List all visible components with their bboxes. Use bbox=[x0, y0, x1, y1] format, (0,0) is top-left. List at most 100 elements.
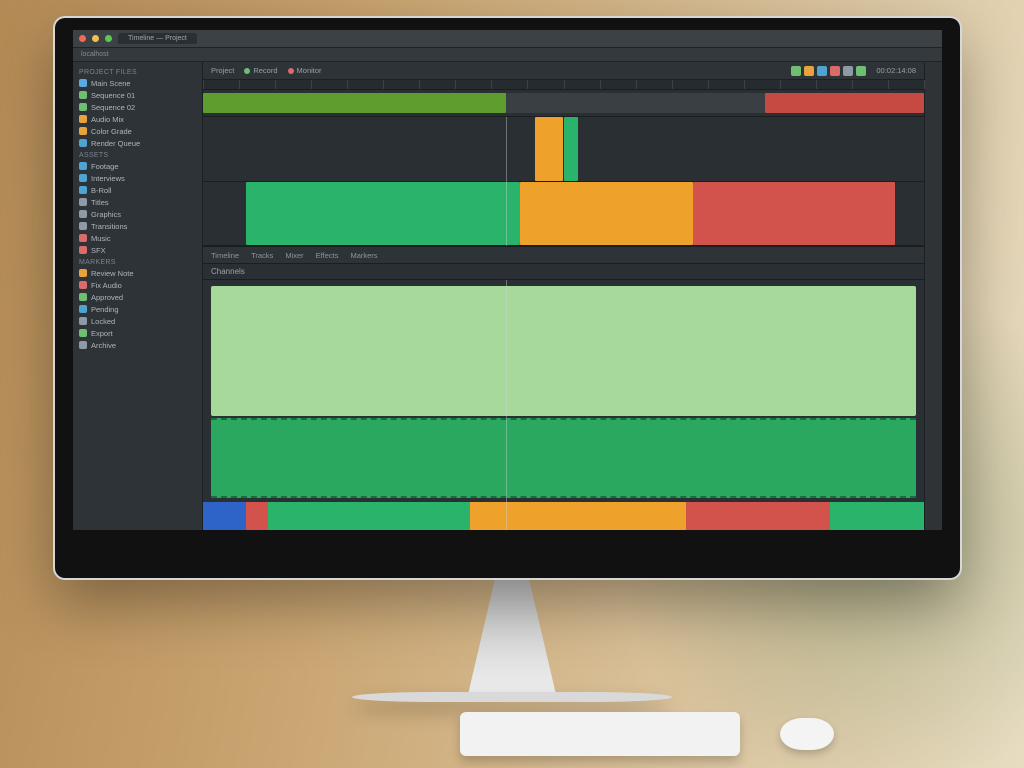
ruler-tick bbox=[852, 80, 853, 89]
ruler-tick bbox=[708, 80, 709, 89]
track-v1[interactable] bbox=[203, 182, 924, 247]
address-bar[interactable]: localhost bbox=[73, 48, 942, 62]
sidebar-item-label: Main Scene bbox=[91, 79, 131, 88]
swatch-icon bbox=[79, 234, 87, 242]
clip[interactable] bbox=[520, 182, 693, 246]
swatch-icon bbox=[79, 269, 87, 277]
panel-tab[interactable]: Tracks bbox=[251, 251, 273, 260]
sidebar-item[interactable]: Approved bbox=[73, 291, 202, 303]
timeline-panels: Timeline Tracks Mixer Effects Markers Channe… bbox=[203, 80, 924, 530]
swatch-icon bbox=[79, 305, 87, 313]
tool-icon[interactable] bbox=[843, 66, 853, 76]
project-label: Project bbox=[211, 66, 234, 75]
clip[interactable] bbox=[203, 93, 506, 113]
channel-region-upper[interactable] bbox=[211, 286, 916, 416]
footer-block[interactable] bbox=[268, 502, 470, 530]
ruler-tick bbox=[600, 80, 601, 89]
clip[interactable] bbox=[506, 93, 766, 113]
channel-region-lower[interactable] bbox=[211, 418, 916, 498]
browser-tab[interactable]: Timeline — Project bbox=[118, 33, 197, 44]
channels-body[interactable] bbox=[203, 279, 924, 530]
ruler-tick bbox=[311, 80, 312, 89]
ruler-tick bbox=[419, 80, 420, 89]
sidebar-item[interactable]: Locked bbox=[73, 315, 202, 327]
sidebar-item[interactable]: Main Scene bbox=[73, 77, 202, 89]
sidebar-item[interactable]: Sequence 01 bbox=[73, 89, 202, 101]
sidebar-item[interactable]: Audio Mix bbox=[73, 113, 202, 125]
sidebar-item[interactable]: Export bbox=[73, 327, 202, 339]
sidebar-item-label: SFX bbox=[91, 246, 106, 255]
clip[interactable] bbox=[246, 182, 520, 246]
footer-block[interactable] bbox=[470, 502, 686, 530]
sidebar-item[interactable]: B-Roll bbox=[73, 184, 202, 196]
tool-icon[interactable] bbox=[830, 66, 840, 76]
sidebar-item[interactable]: Transitions bbox=[73, 220, 202, 232]
clip[interactable] bbox=[535, 117, 564, 181]
sidebar-item[interactable]: Interviews bbox=[73, 172, 202, 184]
window-minimize-icon[interactable] bbox=[92, 35, 99, 42]
panel-tab[interactable]: Mixer bbox=[285, 251, 303, 260]
ruler-tick bbox=[239, 80, 240, 89]
sidebar-item-label: Titles bbox=[91, 198, 109, 207]
ruler-tick bbox=[455, 80, 456, 89]
clip[interactable] bbox=[765, 93, 924, 113]
panel-tab[interactable]: Markers bbox=[350, 251, 377, 260]
ruler-tick bbox=[636, 80, 637, 89]
sidebar-item[interactable]: Review Note bbox=[73, 267, 202, 279]
monitor-foot bbox=[352, 692, 672, 702]
track-v2[interactable] bbox=[203, 117, 924, 182]
swatch-icon bbox=[79, 91, 87, 99]
sidebar-item[interactable]: Archive bbox=[73, 339, 202, 351]
timecode: 00:02:14:08 bbox=[876, 66, 916, 75]
keyboard bbox=[460, 712, 740, 756]
panel-tab[interactable]: Timeline bbox=[211, 251, 239, 260]
footer-block[interactable] bbox=[246, 502, 268, 530]
footer-block[interactable] bbox=[830, 502, 924, 530]
swatch-icon bbox=[79, 115, 87, 123]
status-record[interactable]: Record bbox=[244, 66, 277, 75]
clip[interactable] bbox=[564, 117, 578, 181]
overview-strip[interactable] bbox=[203, 90, 924, 116]
tool-icon[interactable] bbox=[791, 66, 801, 76]
tool-icon[interactable] bbox=[856, 66, 866, 76]
window-close-icon[interactable] bbox=[79, 35, 86, 42]
mouse bbox=[780, 718, 834, 750]
window-zoom-icon[interactable] bbox=[105, 35, 112, 42]
sidebar-item-label: Fix Audio bbox=[91, 281, 122, 290]
sidebar-item-label: Sequence 01 bbox=[91, 91, 135, 100]
swatch-icon bbox=[79, 222, 87, 230]
ruler-tick bbox=[816, 80, 817, 89]
playhead[interactable] bbox=[506, 117, 507, 246]
sidebar-item[interactable]: Footage bbox=[73, 160, 202, 172]
time-ruler[interactable] bbox=[203, 80, 924, 90]
channels-title: Channels bbox=[203, 264, 924, 279]
sidebar-item[interactable]: Sequence 02 bbox=[73, 101, 202, 113]
sidebar-item[interactable]: Graphics bbox=[73, 208, 202, 220]
tool-icon[interactable] bbox=[817, 66, 827, 76]
sidebar-item[interactable]: SFX bbox=[73, 244, 202, 256]
sidebar-item[interactable]: Titles bbox=[73, 196, 202, 208]
clip[interactable] bbox=[693, 182, 895, 246]
tool-icon[interactable] bbox=[804, 66, 814, 76]
sidebar-item-label: Locked bbox=[91, 317, 115, 326]
sidebar-item[interactable]: Pending bbox=[73, 303, 202, 315]
sidebar-item[interactable]: Music bbox=[73, 232, 202, 244]
channels-panel: Channels bbox=[203, 264, 924, 530]
swatch-icon bbox=[79, 281, 87, 289]
panel-tab[interactable]: Effects bbox=[316, 251, 339, 260]
sidebar-item[interactable]: Fix Audio bbox=[73, 279, 202, 291]
sidebar-item-label: Render Queue bbox=[91, 139, 140, 148]
footer-block[interactable] bbox=[686, 502, 830, 530]
ruler-tick bbox=[744, 80, 745, 89]
track-lanes[interactable] bbox=[203, 116, 924, 246]
footer-block[interactable] bbox=[203, 502, 246, 530]
swatch-icon bbox=[79, 186, 87, 194]
sidebar-item-label: Sequence 02 bbox=[91, 103, 135, 112]
sidebar: Project FilesMain SceneSequence 01Sequen… bbox=[73, 62, 203, 530]
ruler-tick bbox=[347, 80, 348, 89]
sidebar-item[interactable]: Render Queue bbox=[73, 137, 202, 149]
playhead[interactable] bbox=[506, 280, 507, 530]
status-monitor[interactable]: Monitor bbox=[288, 66, 322, 75]
sidebar-item-label: Color Grade bbox=[91, 127, 132, 136]
sidebar-item[interactable]: Color Grade bbox=[73, 125, 202, 137]
